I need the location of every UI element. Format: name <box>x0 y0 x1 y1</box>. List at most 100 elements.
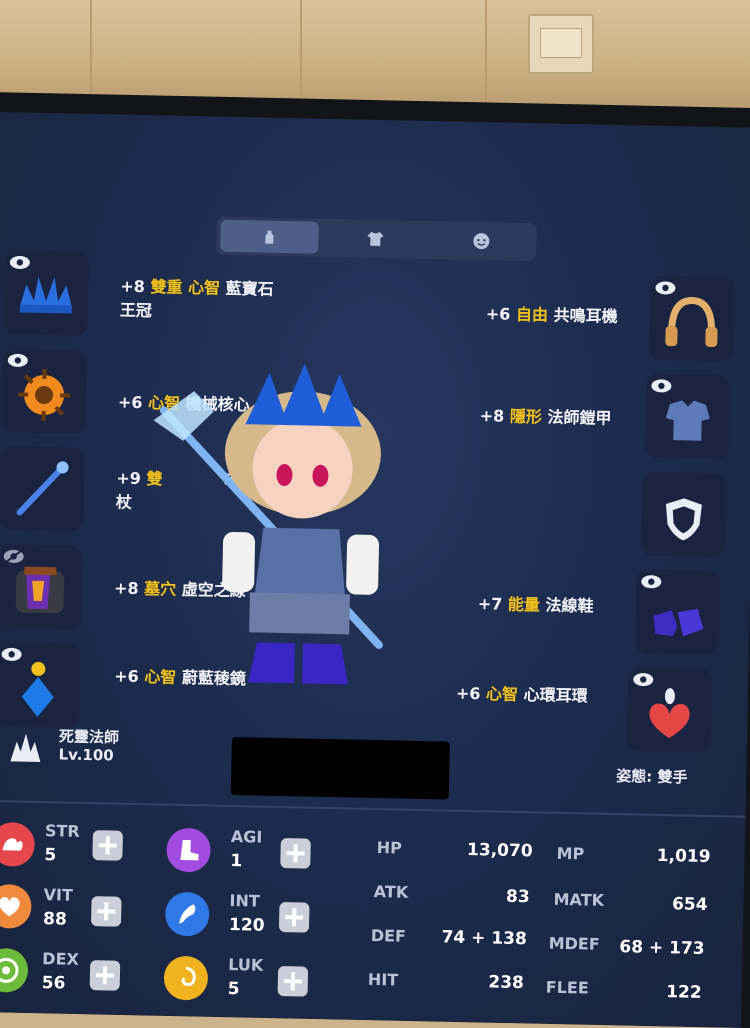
enhance-level: +9 <box>116 469 141 489</box>
equip-label-headphones: +6 自由 共鳴耳機 <box>486 302 618 329</box>
stat-value-vit: 88 <box>43 909 67 929</box>
armor-icon <box>657 390 718 451</box>
headphones-icon <box>661 292 722 353</box>
character-icon <box>259 226 279 246</box>
enhance-level: +6 <box>114 667 139 687</box>
equip-slot-earring[interactable] <box>627 667 713 753</box>
shirt-icon <box>365 229 385 249</box>
costume-tab[interactable] <box>326 222 425 256</box>
stat-label-str: STR <box>45 821 80 841</box>
equip-label-shoes: +7 能量 法線鞋 <box>478 592 594 618</box>
crown-icon <box>16 266 77 327</box>
luk-stat-icon <box>163 956 208 1001</box>
equip-label-crown: +8 雙重 心智 藍寶石 王冠 <box>120 275 274 326</box>
swirl-icon <box>172 964 201 993</box>
equip-slot-armor[interactable] <box>645 374 731 460</box>
tab-bar <box>216 217 537 262</box>
item-name: 法師鎧甲 <box>547 408 611 428</box>
combat-value: 13,070 <box>424 839 532 861</box>
equip-slot-shield[interactable] <box>0 544 83 630</box>
combat-key: HIT <box>368 970 399 990</box>
enhance-level: +8 <box>480 406 505 426</box>
agi-stat-icon <box>166 828 211 873</box>
equip-slot-staff[interactable] <box>0 446 85 532</box>
face-icon <box>471 231 491 251</box>
int-plus-button[interactable] <box>279 902 310 933</box>
character-level: Lv.100 <box>58 745 113 764</box>
game-screen: +8 雙重 心智 藍寶石 王冠 +6 心智 機械核心 +9 雙 魂靈之 杖 +8… <box>0 112 750 1028</box>
wall-background <box>0 0 750 110</box>
light-switch-button <box>540 28 582 58</box>
stat-label-agi: AGI <box>231 827 263 847</box>
muscle-icon <box>0 830 27 859</box>
redacted-name-box <box>231 737 450 800</box>
combat-key: MP <box>556 844 584 864</box>
equip-slot-headphones[interactable] <box>649 276 735 362</box>
item-name: 心環耳環 <box>523 685 587 705</box>
stat-label-int: INT <box>229 891 260 911</box>
prism-icon <box>7 658 68 719</box>
face-tab[interactable] <box>432 224 531 258</box>
earring-icon <box>639 684 700 745</box>
affix-text: 自由 <box>516 305 548 325</box>
equip-slot-shield-empty[interactable] <box>641 472 727 558</box>
enhance-level: +6 <box>118 393 143 413</box>
boot-icon <box>174 836 203 865</box>
combat-value: 68 + 173 <box>602 937 704 959</box>
section-divider <box>0 800 745 818</box>
combat-value: 238 <box>422 971 524 993</box>
combat-key: MDEF <box>549 934 600 954</box>
equip-slot-shoes[interactable] <box>635 569 721 655</box>
combat-key: HP <box>376 838 402 858</box>
equip-slot-crown[interactable] <box>3 250 89 336</box>
combat-key: DEF <box>371 926 407 946</box>
affix-text: 隱形 <box>510 407 542 427</box>
enhance-level: +8 <box>114 578 139 598</box>
shield-bag-icon <box>9 560 70 621</box>
mechanical-core-icon <box>13 364 74 425</box>
combat-key: FLEE <box>546 978 589 998</box>
equip-slot-prism[interactable] <box>0 642 81 728</box>
stat-value-str: 5 <box>44 845 56 865</box>
shoes-icon <box>647 586 708 647</box>
target-icon <box>0 956 20 985</box>
combat-value: 74 + 138 <box>423 927 527 949</box>
agi-plus-button[interactable] <box>280 838 311 869</box>
equip-label-earring: +6 心智 心環耳環 <box>456 682 588 709</box>
staff-icon <box>12 456 73 517</box>
item-name: 藍寶石 <box>225 279 273 299</box>
character-tab[interactable] <box>220 220 319 254</box>
combat-key: MATK <box>553 890 604 910</box>
vit-plus-button[interactable] <box>91 896 122 927</box>
int-stat-icon <box>165 892 210 937</box>
enhance-level: +6 <box>486 304 511 324</box>
heart-icon <box>0 892 24 921</box>
stat-value-int: 120 <box>229 915 265 936</box>
feather-icon <box>173 900 202 929</box>
stat-value-agi: 1 <box>230 851 242 871</box>
str-plus-button[interactable] <box>92 830 123 861</box>
enhance-level: +7 <box>478 594 503 614</box>
enhance-level: +8 <box>120 277 145 297</box>
character-model <box>148 350 455 706</box>
str-stat-icon <box>0 822 35 867</box>
affix-text: 心智 <box>486 684 518 704</box>
wall-seam <box>300 0 302 110</box>
stat-value-dex: 56 <box>42 973 66 993</box>
luk-plus-button[interactable] <box>278 966 309 997</box>
item-name-cont: 杖 <box>116 493 132 512</box>
dex-stat-icon <box>0 948 28 993</box>
combat-value: 1,019 <box>604 845 710 867</box>
stat-label-vit: VIT <box>43 885 73 905</box>
enhance-level: +6 <box>456 684 481 704</box>
affix-text: 雙重 心智 <box>150 277 220 297</box>
shield-empty-icon <box>653 488 714 549</box>
necromancer-class-icon <box>6 727 45 766</box>
wall-seam <box>485 0 487 110</box>
light-switch <box>528 14 594 74</box>
equip-slot-core[interactable] <box>1 348 87 434</box>
vit-stat-icon <box>0 884 32 929</box>
stance-text: 姿態: 雙手 <box>616 765 688 787</box>
dex-plus-button[interactable] <box>90 960 121 991</box>
combat-value: 83 <box>423 885 529 907</box>
